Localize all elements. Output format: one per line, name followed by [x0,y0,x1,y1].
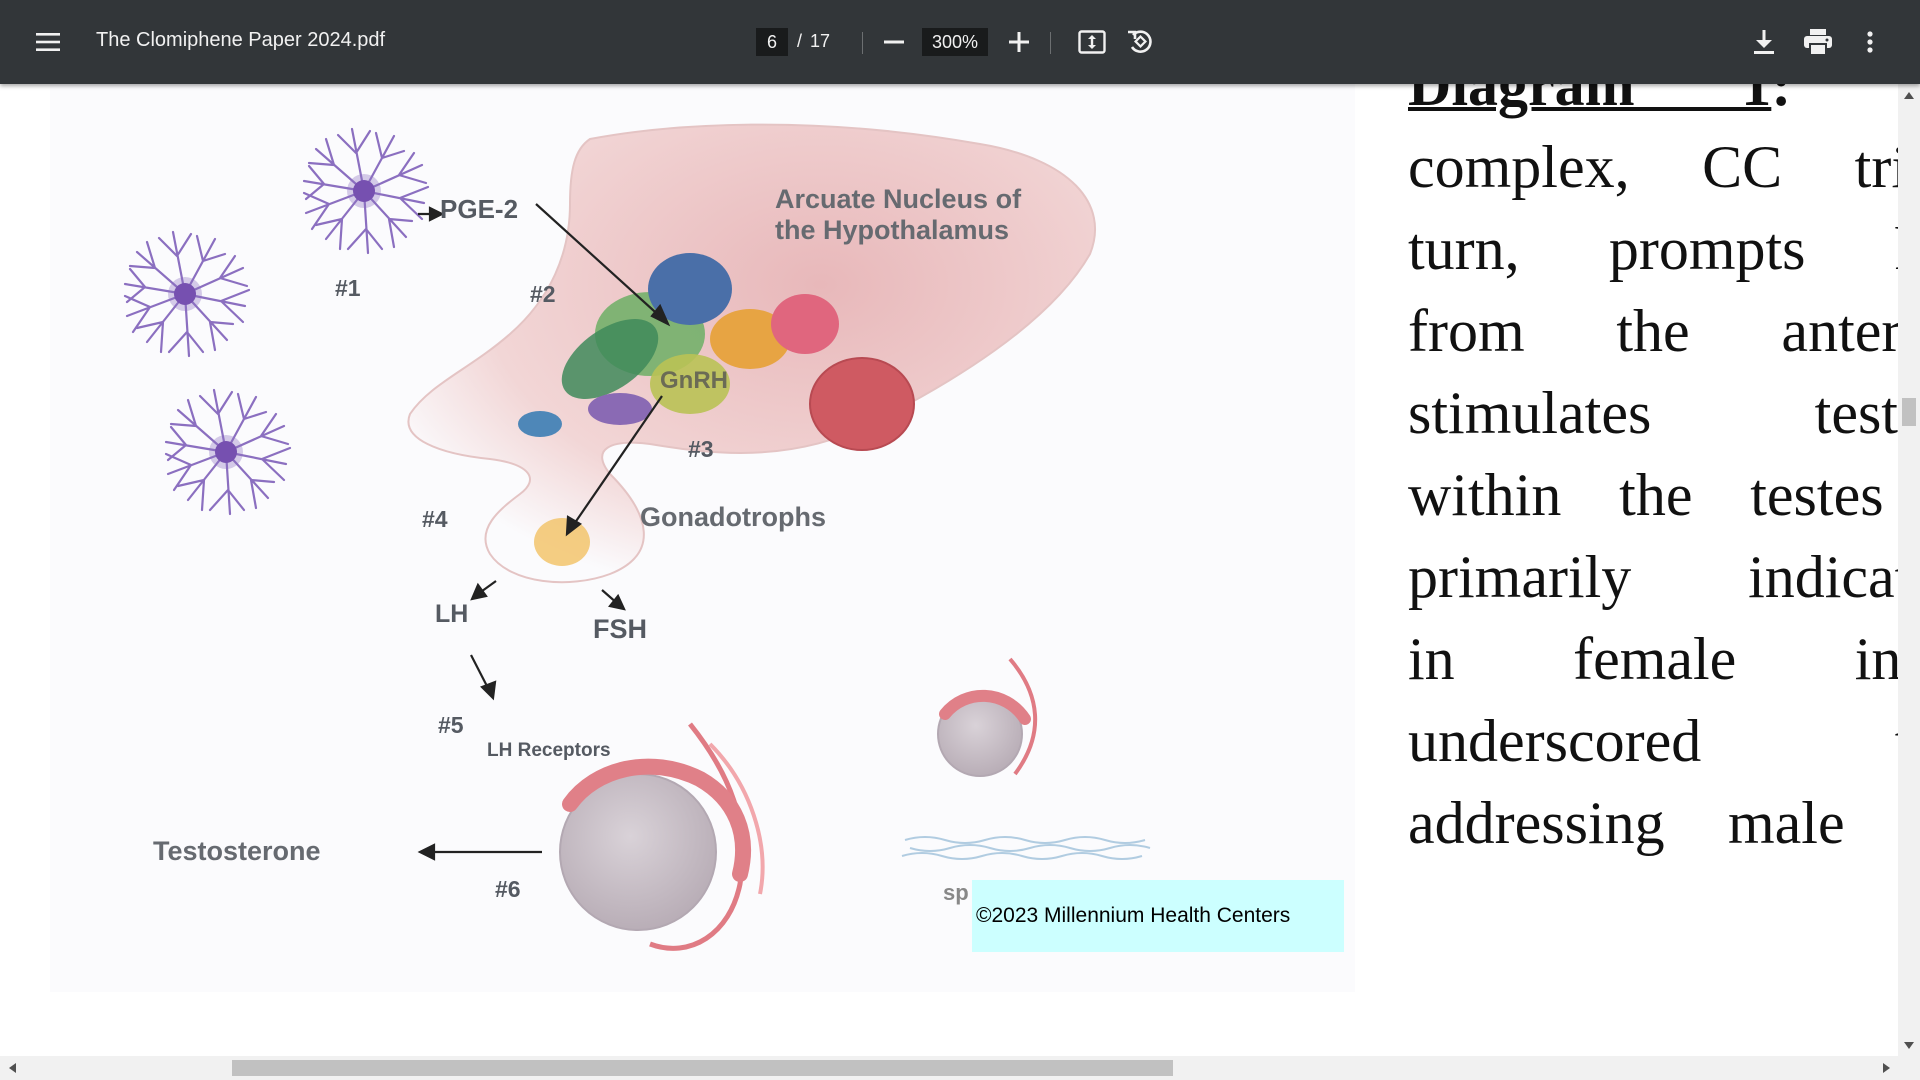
text-line: underscored the [1408,708,1898,774]
minus-icon [884,40,904,44]
text-line: primarily indicated [1408,544,1898,610]
label-arcuate-line-2: the Hypothalamus [775,215,1010,245]
download-button[interactable] [1744,22,1784,62]
label-arcuate-nucleus: Arcuate Nucleus of the Hypothalamus [775,184,1021,246]
label-arcuate-line-1: Arcuate Nucleus of [775,184,1022,214]
label-sp-partial: sp [943,880,969,905]
fit-to-page-button[interactable] [1072,22,1112,62]
label-gnrh: GnRH [660,367,728,394]
page-separator: / [797,31,803,51]
text-line: addressing male hy [1408,790,1898,856]
label-fsh: FSH [593,614,647,644]
text-line: in female infer [1408,626,1898,692]
horizontal-scroll-thumb[interactable] [232,1060,1173,1076]
vertical-scrollbar[interactable] [1898,84,1920,1056]
rotate-counterclockwise-icon [1128,30,1152,53]
vertical-scroll-thumb[interactable] [1902,398,1916,426]
label-step-1: #1 [335,275,361,301]
fit-to-page-icon [1078,30,1106,54]
diagram-heading: Diagram 1 [1408,84,1772,118]
print-button[interactable] [1798,22,1838,62]
print-icon [1804,29,1832,55]
scroll-right-button[interactable] [1874,1056,1898,1080]
toolbar-divider [1050,32,1051,54]
menu-button[interactable] [28,22,68,62]
document-title: The Clomiphene Paper 2024.pdf [96,29,386,51]
label-step-6: #6 [495,876,521,902]
label-step-5: #5 [438,712,464,738]
hamburger-menu-icon [36,33,60,51]
more-vertical-icon [1867,31,1873,53]
pdf-viewport[interactable]: Arcuate Nucleus of the Hypothalamus PGE-… [0,84,1898,1056]
more-actions-button[interactable] [1852,22,1888,62]
pdf-toolbar: The Clomiphene Paper 2024.pdf / 17 [0,0,1920,84]
scrollbar-corner [1898,1056,1920,1080]
label-step-3: #3 [688,436,714,462]
rotate-button[interactable] [1120,22,1160,62]
page-total: 17 [810,31,831,51]
arrow-down-icon [1904,1041,1914,1049]
text-line: within the testes a [1408,462,1898,528]
arrow-up-icon [1904,91,1914,99]
plus-icon [1009,32,1029,52]
toolbar-divider [862,32,863,54]
label-step-4: #4 [422,506,448,532]
hormone-diagram-figure: Arcuate Nucleus of the Hypothalamus PGE-… [50,84,1355,992]
label-testosterone: Testosterone [153,836,321,866]
label-gonadotrophs: Gonadotrophs [640,502,826,532]
diagram-heading-line: Diagram 1: By [1408,84,1898,126]
horizontal-scrollbar[interactable] [0,1056,1898,1080]
label-pge2: PGE-2 [440,194,519,224]
scroll-left-button[interactable] [0,1056,24,1080]
scroll-down-button[interactable] [1898,1034,1920,1056]
diagram-heading-rest: : By [1771,84,1898,118]
text-line: from the anterior [1408,298,1898,364]
text-line: complex, CC trigg [1408,134,1898,200]
arrow-left-icon [8,1063,16,1073]
page-body-text: Diagram 1: By complex, CC trigg turn, pr… [1408,84,1898,1056]
zoom-in-button[interactable] [1000,22,1038,62]
text-line: turn, prompts hei [1408,216,1898,282]
copyright-notice: ©2023 Millennium Health Centers [972,880,1344,952]
text-line: stimulates testost [1408,380,1898,446]
download-icon [1754,30,1774,54]
label-step-2: #2 [530,281,556,307]
label-lh: LH [435,600,469,628]
zoom-level-input[interactable] [922,28,988,56]
label-lh-receptors: LH Receptors [487,740,611,761]
arrow-right-icon [1882,1063,1890,1073]
scroll-up-button[interactable] [1898,84,1920,106]
page-number-input[interactable] [756,28,788,56]
zoom-out-button[interactable] [876,22,912,62]
